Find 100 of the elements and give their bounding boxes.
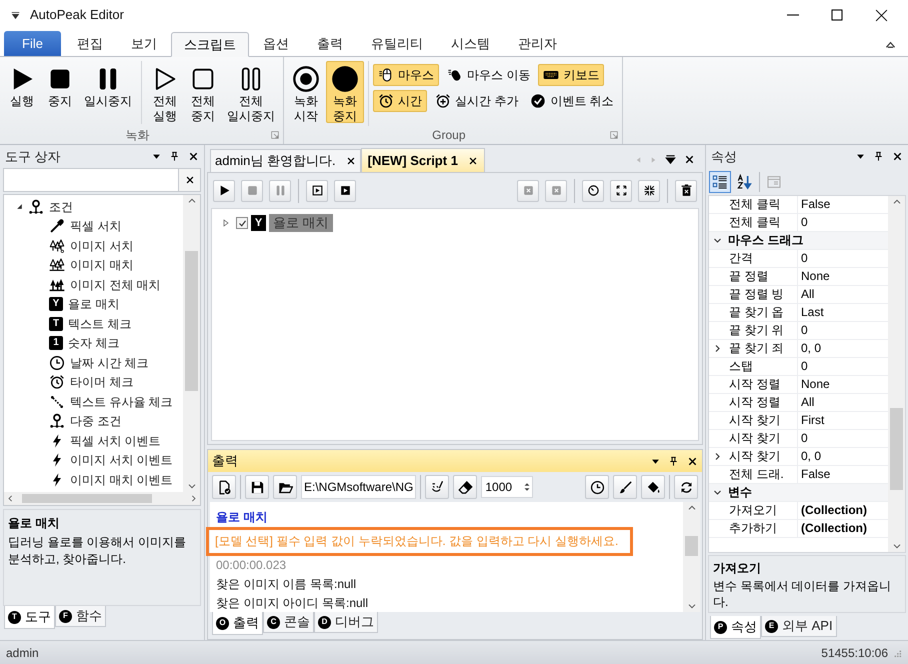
file-menu-button[interactable]: File <box>4 31 61 56</box>
ribbon-tab[interactable]: 유틸리티 <box>357 31 437 56</box>
document-tab[interactable]: admin님 환영합니다. <box>210 149 361 172</box>
ribbon-tab[interactable]: 스크립트 <box>171 32 249 57</box>
property-value[interactable]: 0 <box>798 322 808 339</box>
ribbon-button[interactable]: 녹화 중지 <box>326 61 364 123</box>
tree-item[interactable]: 다중 조건 <box>70 412 122 430</box>
scrollbar-thumb[interactable] <box>890 408 903 490</box>
tree-item[interactable]: 이미지 전체 매치 <box>70 276 161 294</box>
panel-tab[interactable]: D 디버그 <box>314 612 378 633</box>
property-value[interactable]: 0 <box>798 214 808 231</box>
toolbar-button[interactable] <box>675 180 697 202</box>
ribbon-tab[interactable]: 보기 <box>117 31 171 56</box>
tree-item[interactable]: 날짜 시간 체크 <box>70 354 149 372</box>
checkbox[interactable] <box>236 217 248 229</box>
vertical-scrollbar[interactable] <box>888 196 905 552</box>
ribbon-small-button[interactable]: 실시간 추가 <box>431 90 522 112</box>
ribbon-small-button[interactable]: 마우스 <box>373 64 439 86</box>
toolbar-button[interactable] <box>306 180 328 202</box>
scrollbar-thumb[interactable] <box>685 536 698 556</box>
toolbar-button[interactable] <box>638 180 660 202</box>
ribbon-button[interactable]: 중지 <box>42 61 78 123</box>
property-value[interactable]: None <box>798 268 830 285</box>
toolbar-button[interactable] <box>613 475 637 499</box>
tree-item[interactable]: 픽셀 서치 <box>70 217 122 236</box>
document-tab[interactable]: [NEW] Script 1 <box>360 148 485 172</box>
property-value[interactable]: (Collection) <box>798 502 867 519</box>
tree-item[interactable]: 이미지 서치 이벤트 <box>70 451 173 470</box>
tree-item[interactable]: 이미지 서치 <box>70 236 134 255</box>
badge-icon: P <box>714 620 727 634</box>
scrollbar-thumb[interactable] <box>22 494 152 503</box>
tree-item[interactable]: 숫자 체크 <box>68 334 120 352</box>
toolbar-button[interactable] <box>674 475 698 499</box>
toolbar-button[interactable] <box>334 180 356 202</box>
property-value[interactable]: 0 <box>798 430 808 447</box>
property-value[interactable]: 0 <box>798 358 808 375</box>
category-row[interactable]: 변수 <box>709 484 888 502</box>
scrollbar-thumb[interactable] <box>185 251 198 391</box>
panel-tab[interactable]: C 콘솔 <box>263 612 314 633</box>
ribbon-button[interactable]: 전체 중지 <box>185 61 221 123</box>
toolbar-button[interactable] <box>273 475 297 499</box>
ribbon-tab[interactable]: 편집 <box>63 31 117 56</box>
ribbon-tab[interactable]: 출력 <box>303 31 357 56</box>
property-value[interactable]: All <box>798 286 814 303</box>
toolbar-button[interactable] <box>425 475 450 499</box>
panel-tab[interactable]: E 외부 API <box>761 616 837 637</box>
script-step[interactable]: 욜로 매치 <box>269 214 333 232</box>
tree-item[interactable]: 텍스트 체크 <box>68 314 132 333</box>
ribbon-small-button[interactable]: 이벤트 취소 <box>526 90 618 112</box>
tree-item[interactable]: 픽셀 서치 이벤트 <box>70 432 161 450</box>
property-value[interactable]: 0, 0 <box>798 340 822 357</box>
horizontal-scrollbar[interactable] <box>4 492 200 505</box>
ribbon-button[interactable]: 일시중지 <box>80 61 136 123</box>
trees-icon <box>49 276 65 293</box>
clear-search-button[interactable] <box>178 169 200 191</box>
toolbar-button[interactable] <box>213 180 235 202</box>
ribbon-tab[interactable]: 옵션 <box>249 31 303 56</box>
tree-item[interactable]: 텍스트 유사율 체크 <box>70 392 173 411</box>
path-field[interactable]: E:\NGMsoftware\NG <box>301 475 416 499</box>
category-row[interactable]: 마우스 드래그 <box>709 232 888 250</box>
property-value[interactable]: First <box>798 412 824 429</box>
property-value[interactable]: False <box>798 196 830 213</box>
panel-tab[interactable]: O 출력 <box>212 612 263 635</box>
toolbar-button[interactable] <box>610 180 632 202</box>
number-field[interactable]: 1000 <box>481 476 534 498</box>
property-value[interactable]: 0, 0 <box>798 448 822 465</box>
property-value[interactable]: (Collection) <box>798 520 867 537</box>
toolbar-button[interactable] <box>212 475 236 499</box>
ribbon-button[interactable]: 전체 일시중지 <box>223 61 279 123</box>
ribbon-button[interactable]: 녹화 시작 <box>288 61 324 123</box>
ribbon-tab[interactable]: 관리자 <box>504 31 571 56</box>
property-value[interactable]: All <box>798 394 814 411</box>
ribbon-small-button[interactable]: 시간 <box>373 90 427 112</box>
sort-az-icon <box>737 174 753 190</box>
toolbar-button[interactable] <box>582 180 604 202</box>
ribbon-small-button[interactable]: 마우스 이동 <box>443 64 534 86</box>
ribbon-button[interactable]: 실행 <box>4 61 40 123</box>
toolbar-button[interactable] <box>453 475 478 499</box>
toolbar-button[interactable] <box>245 475 269 499</box>
toolbar-button[interactable] <box>709 170 731 192</box>
panel-tab[interactable]: P 속성 <box>710 616 761 639</box>
tree-item[interactable]: 욜로 매치 <box>68 295 120 314</box>
tree-item[interactable]: 조건 <box>49 198 73 216</box>
property-value[interactable]: None <box>798 376 830 393</box>
property-value[interactable]: Last <box>798 304 824 321</box>
tree-item[interactable]: 이미지 매치 이벤트 <box>70 470 173 489</box>
ribbon-small-button[interactable]: 키보드 <box>538 64 604 86</box>
vertical-scrollbar[interactable] <box>183 195 200 492</box>
ribbon-button[interactable]: 전체 실행 <box>147 61 183 123</box>
panel-tab[interactable]: F 함수 <box>55 606 106 627</box>
property-value[interactable]: 0 <box>798 250 808 267</box>
toolbar-button[interactable] <box>585 475 609 499</box>
vertical-scrollbar[interactable] <box>683 502 700 612</box>
tree-item[interactable]: 타이머 체크 <box>70 373 134 392</box>
property-value[interactable]: False <box>798 466 830 483</box>
toolbar-button[interactable] <box>641 475 665 499</box>
tree-item[interactable]: 이미지 매치 <box>70 256 134 274</box>
ribbon-tab[interactable]: 시스템 <box>437 31 504 56</box>
search-field[interactable] <box>3 168 201 192</box>
panel-tab[interactable]: T 도구 <box>4 606 55 629</box>
